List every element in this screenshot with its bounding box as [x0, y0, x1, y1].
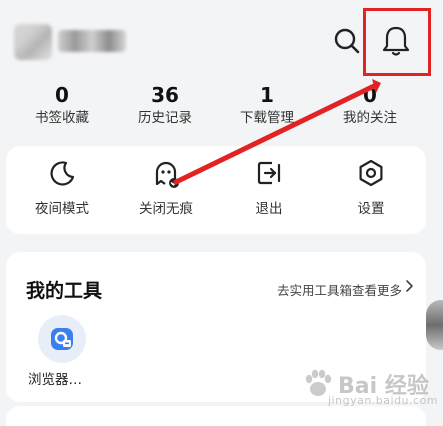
profile-header	[0, 0, 443, 80]
chevron-right-icon[interactable]	[404, 279, 414, 293]
browser-icon	[51, 328, 73, 350]
user-name[interactable]	[58, 30, 126, 52]
stat-value: 1	[260, 83, 274, 107]
moon-icon	[50, 161, 75, 186]
settings-icon	[359, 159, 383, 187]
logout-button[interactable]: 退出	[227, 158, 311, 218]
annotation-highlight-box	[363, 8, 431, 76]
tools-title: 我的工具	[26, 280, 103, 302]
browser-tool-label: 浏览器…	[28, 372, 82, 388]
stat-value: 0	[363, 83, 377, 107]
stat-history[interactable]: 36 历史记录	[120, 82, 210, 128]
logout-icon	[257, 161, 281, 185]
user-avatar[interactable]	[14, 24, 52, 60]
stats-row: 0 书签收藏 36 历史记录 1 下载管理 0 我的关注	[0, 82, 443, 134]
stat-bookmarks[interactable]: 0 书签收藏	[17, 82, 107, 128]
action-label: 设置	[357, 201, 385, 217]
browser-tool-button[interactable]	[38, 315, 86, 363]
floating-avatar[interactable]	[426, 300, 443, 350]
action-label: 退出	[255, 201, 283, 217]
night-mode-button[interactable]: 夜间模式	[20, 158, 104, 218]
settings-button[interactable]: 设置	[329, 158, 413, 218]
stat-label: 历史记录	[138, 110, 192, 126]
close-incognito-button[interactable]: 关闭无痕	[124, 158, 208, 218]
stat-downloads[interactable]: 1 下载管理	[222, 82, 312, 128]
quick-actions-card: 夜间模式 关闭无痕 退出 设置	[6, 146, 426, 234]
stat-value: 36	[151, 83, 179, 107]
stat-value: 0	[55, 83, 69, 107]
watermark-subtext: jingyan.baidu.com	[328, 394, 439, 407]
search-icon	[334, 28, 360, 54]
stat-following[interactable]: 0 我的关注	[325, 82, 415, 128]
stat-label: 书签收藏	[35, 110, 89, 126]
action-label: 夜间模式	[35, 201, 89, 217]
watermark: Bai 经验 jingyan.baidu.com	[298, 362, 438, 412]
tools-more-link[interactable]: 去实用工具箱查看更多	[277, 280, 402, 299]
search-button[interactable]	[331, 25, 363, 57]
action-label: 关闭无痕	[139, 201, 193, 217]
stat-label: 我的关注	[343, 110, 397, 126]
ghost-icon	[155, 161, 179, 188]
stat-label: 下载管理	[240, 110, 294, 126]
